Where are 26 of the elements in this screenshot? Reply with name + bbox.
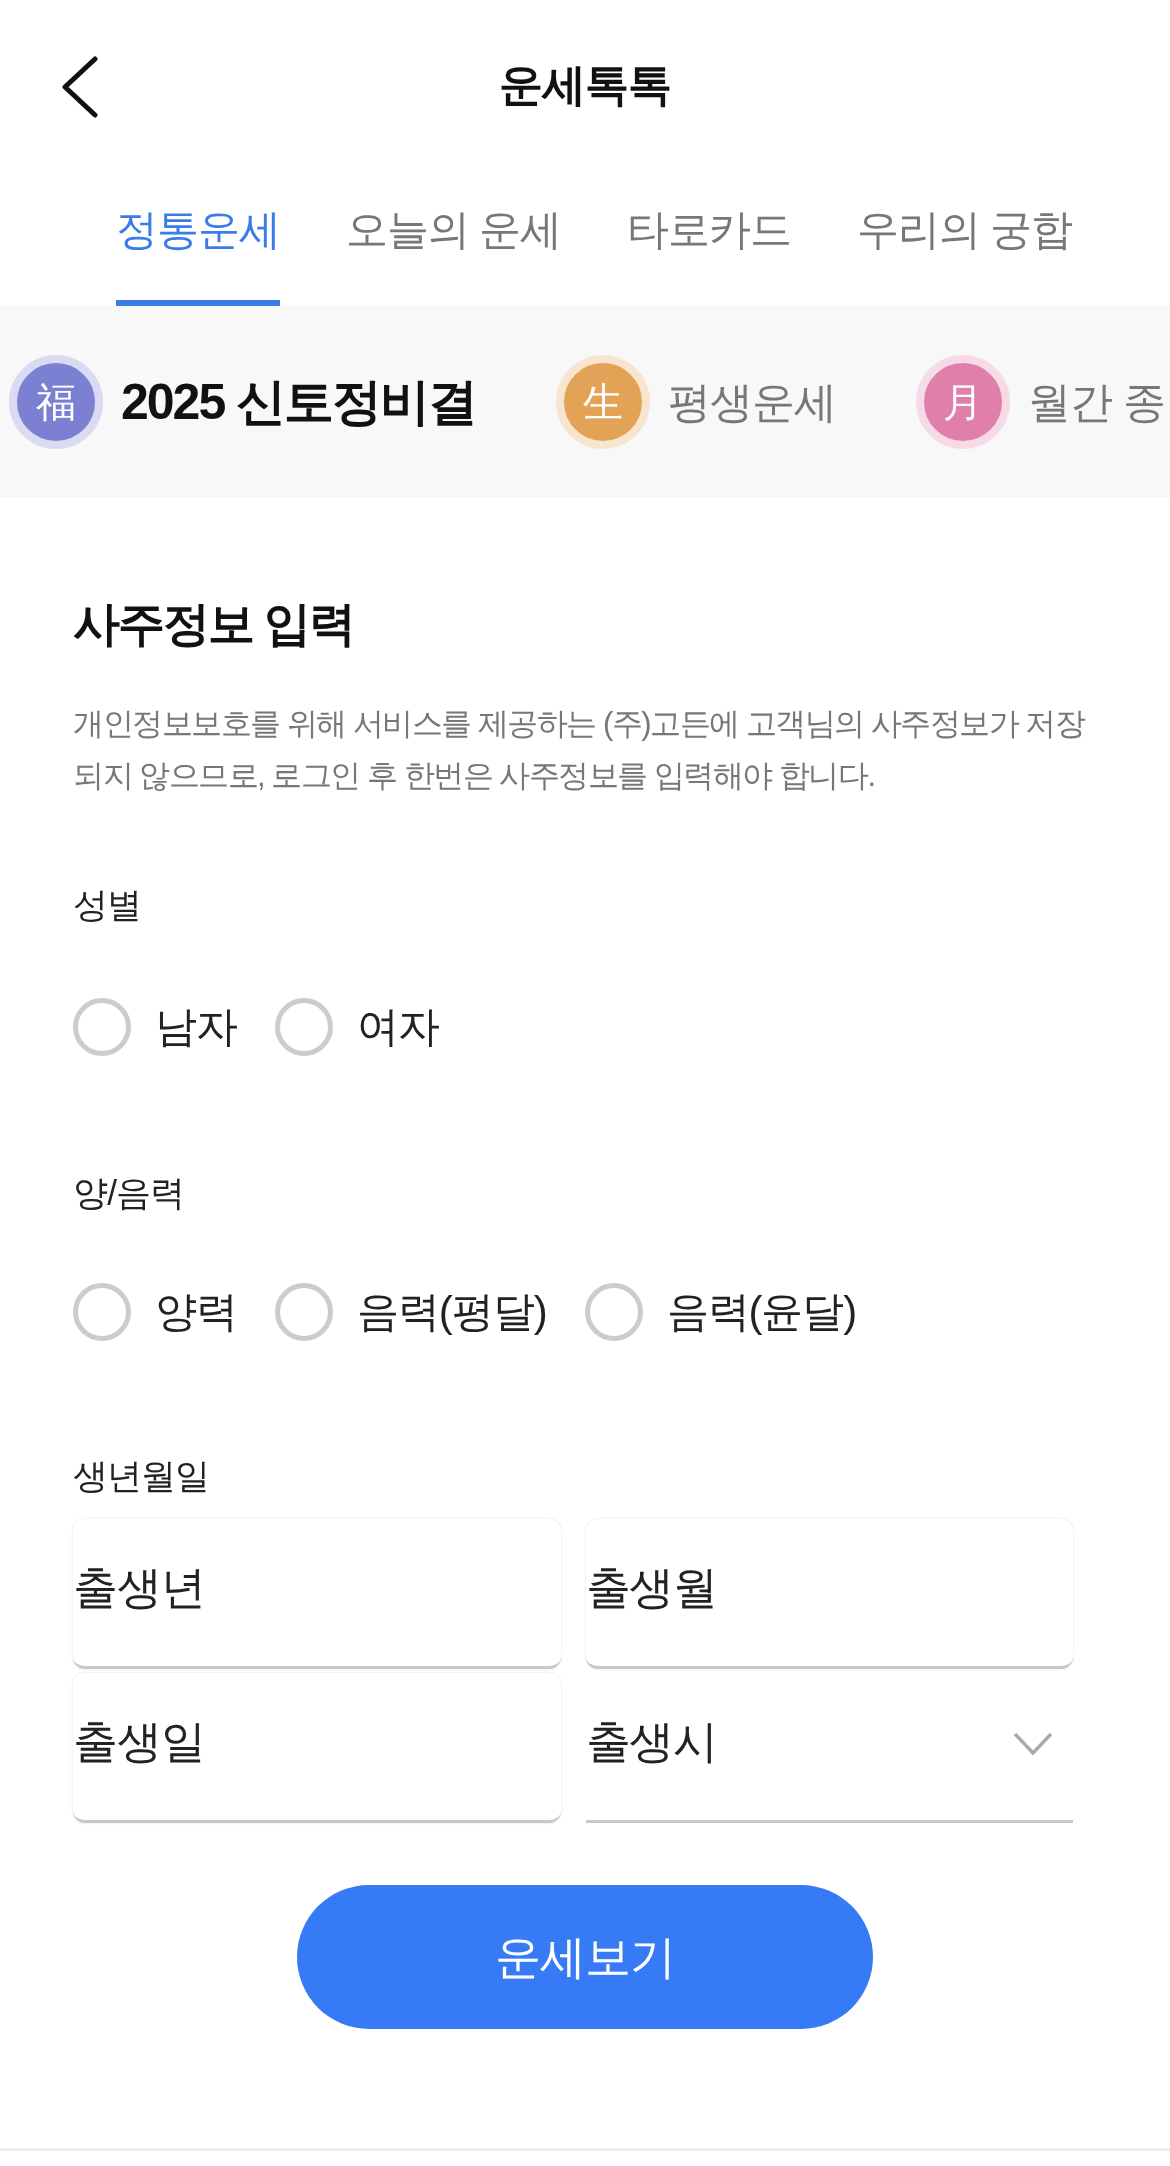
category-tab[interactable]: 월간 종 xyxy=(1027,369,1165,434)
field-label: 성별 xyxy=(73,884,143,926)
field-label: 생년월일 xyxy=(73,1455,211,1497)
hanja-badge: 福 xyxy=(9,354,103,449)
page-title: 운세톡톡 xyxy=(499,59,671,111)
radio-option[interactable]: 양력 xyxy=(73,1282,237,1342)
category-tab[interactable]: 2025 신토정비결 xyxy=(121,369,477,434)
input-field[interactable]: 출생월 xyxy=(585,1519,1073,1669)
section-title: 사주정보 입력 xyxy=(73,596,356,652)
chevron-down-icon[interactable] xyxy=(1013,1732,1053,1756)
field-label: 양/음력 xyxy=(73,1172,186,1214)
input-field[interactable]: 출생년 xyxy=(73,1519,561,1669)
privacy-notice: 개인정보보호를 위해 서비스를 제공하는 (주)고든에 고객님의 사주정보가 저장되지 않으므로, 로그인 후 한번은 사주정보를 입력해야 합니다. xyxy=(73,705,1086,795)
tab[interactable]: 타로카드 xyxy=(627,200,791,306)
input-field[interactable]: 출생일 xyxy=(73,1673,561,1823)
tab[interactable]: 오늘의 운세 xyxy=(345,200,562,306)
radio-option[interactable]: 음력(평달) xyxy=(274,1282,547,1342)
hanja-badge: 月 xyxy=(915,354,1010,449)
submit-button[interactable]: 운세보기 xyxy=(297,1885,873,2029)
tab[interactable]: 우리의 궁합 xyxy=(857,200,1073,306)
radio-option[interactable]: 음력(윤달) xyxy=(584,1282,857,1342)
category-tab[interactable]: 평생운세 xyxy=(668,369,836,434)
hanja-badge: 生 xyxy=(556,354,651,449)
radio-option[interactable]: 남자 xyxy=(73,997,237,1057)
select-field[interactable]: 출생시 xyxy=(585,1673,1073,1823)
radio-option[interactable]: 여자 xyxy=(274,997,439,1057)
